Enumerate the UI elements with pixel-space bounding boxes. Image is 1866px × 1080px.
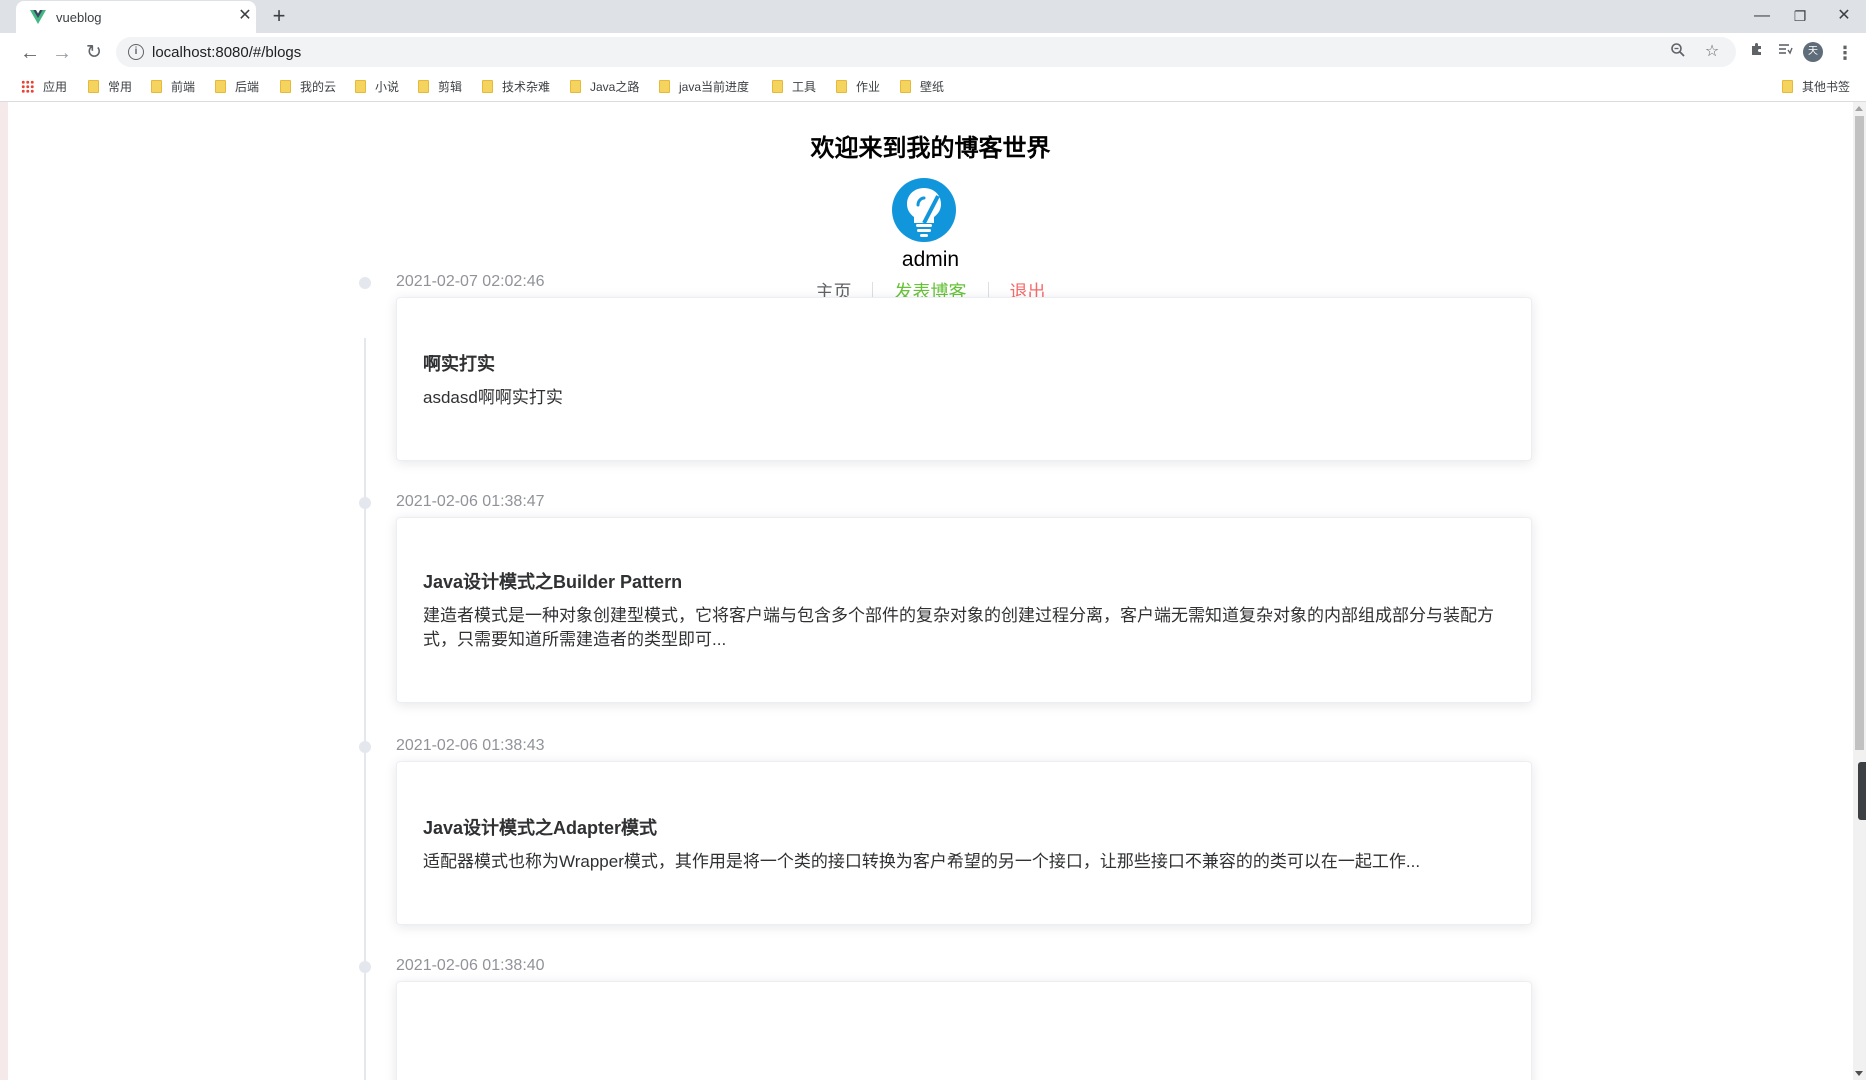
blog-timestamp: 2021-02-06 01:38:47 (396, 493, 545, 510)
minimize-button[interactable]: — (1744, 4, 1780, 28)
scroll-up-arrow-icon[interactable] (1855, 106, 1863, 111)
menu-icon[interactable]: ⋮ (1833, 41, 1857, 65)
bookmark-folder[interactable]: 常用 (88, 78, 132, 96)
folder-icon (151, 80, 162, 93)
folder-icon (280, 80, 291, 93)
blog-card[interactable]: 啊实打实 asdasd啊啊实打实 (396, 297, 1532, 461)
blog-title-link[interactable]: Java设计模式之Adapter模式 (423, 814, 657, 840)
bookmark-folder[interactable]: 前端 (151, 78, 195, 96)
url-text[interactable]: localhost:8080/#/blogs (152, 44, 301, 61)
folder-icon (570, 80, 581, 93)
folder-icon (659, 80, 670, 93)
side-dock-widget[interactable] (1858, 762, 1866, 820)
tab-strip: vueblog ✕ + — ❐ ✕ (0, 0, 1866, 33)
zoom-icon[interactable] (1668, 42, 1688, 62)
page-scrollbar[interactable] (1853, 102, 1866, 1080)
blog-title-link[interactable]: Java设计模式之Builder Pattern (423, 568, 682, 594)
folder-icon (355, 80, 366, 93)
blog-timestamp: 2021-02-07 02:02:46 (396, 273, 545, 290)
folder-icon (772, 80, 783, 93)
timeline-dot (359, 277, 371, 289)
username: admin (901, 248, 960, 271)
star-icon[interactable]: ☆ (1702, 42, 1722, 62)
folder-icon (900, 80, 911, 93)
restore-button[interactable]: ❐ (1782, 4, 1818, 28)
blog-description: asdasd啊啊实打实 (423, 388, 563, 407)
vue-logo-icon (30, 10, 46, 24)
page-viewport: 欢迎来到我的博客世界 admin 主页 发表博客 退出 2021-02-07 0… (8, 102, 1853, 1080)
blog-description: 建造者模式是一种对象创建型模式，它将客户端与包含多个部件的复杂对象的创建过程分离… (423, 606, 1494, 649)
page-title: 欢迎来到我的博客世界 (810, 135, 1051, 162)
blog-title-link[interactable]: 啊实打实 (423, 350, 495, 376)
bookmark-folder[interactable]: 工具 (772, 78, 816, 96)
address-bar[interactable]: i localhost:8080/#/blogs ☆ (116, 37, 1736, 67)
blog-card[interactable]: Java设计模式之Adapter模式 适配器模式也称为Wrapper模式，其作用… (396, 761, 1532, 925)
folder-icon (482, 80, 493, 93)
timeline-dot (359, 497, 371, 509)
bookmark-folder[interactable]: 技术杂难 (482, 78, 550, 96)
site-info-icon[interactable]: i (128, 44, 144, 60)
browser-toolbar: ← → ↻ i localhost:8080/#/blogs ☆ 天 ⋮ (0, 33, 1866, 72)
new-tab-button[interactable]: + (268, 5, 290, 27)
timeline-dot (359, 961, 371, 973)
extensions-icon[interactable] (1745, 41, 1769, 65)
bookmark-apps[interactable]: 应用 (21, 78, 67, 96)
bookmark-folder[interactable]: 后端 (215, 78, 259, 96)
bookmark-folder[interactable]: Java之路 (570, 78, 639, 96)
folder-icon (88, 80, 99, 93)
scroll-down-arrow-icon[interactable] (1855, 1071, 1863, 1076)
reload-icon[interactable]: ↻ (82, 41, 106, 65)
folder-icon (215, 80, 226, 93)
close-window-button[interactable]: ✕ (1826, 4, 1862, 28)
timeline-dot (359, 741, 371, 753)
bookmarks-bar: 应用 常用 前端 后端 我的云 小说 剪辑 技术杂难 Java之路 java当前… (0, 72, 1866, 102)
bookmark-other[interactable]: 其他书签 (1782, 78, 1850, 96)
avatar[interactable] (892, 178, 956, 242)
blog-card[interactable]: Java设计模式之Builder Pattern 建造者模式是一种对象创建型模式… (396, 517, 1532, 703)
back-icon[interactable]: ← (18, 41, 42, 65)
bookmark-folder[interactable]: 小说 (355, 78, 399, 96)
scrollbar-thumb[interactable] (1855, 116, 1864, 750)
bookmark-folder[interactable]: java当前进度 (659, 78, 749, 96)
folder-icon (418, 80, 429, 93)
blog-timestamp: 2021-02-06 01:38:43 (396, 737, 545, 754)
folder-icon (836, 80, 847, 93)
bookmark-folder[interactable]: 剪辑 (418, 78, 462, 96)
profile-avatar[interactable]: 天 (1803, 42, 1823, 62)
blog-card[interactable] (396, 981, 1532, 1080)
bookmark-folder[interactable]: 我的云 (280, 78, 336, 96)
bookmark-folder[interactable]: 壁纸 (900, 78, 944, 96)
tab-title: vueblog (56, 10, 102, 25)
apps-grid-icon (21, 80, 34, 93)
blog-timestamp: 2021-02-06 01:38:40 (396, 957, 545, 974)
folder-icon (1782, 80, 1793, 93)
window-edge (0, 102, 8, 1080)
bookmark-folder[interactable]: 作业 (836, 78, 880, 96)
browser-tab[interactable]: vueblog ✕ (16, 1, 256, 33)
blog-description: 适配器模式也称为Wrapper模式，其作用是将一个类的接口转换为客户希望的另一个… (423, 852, 1421, 871)
forward-icon[interactable]: → (50, 41, 74, 65)
reading-list-icon[interactable] (1773, 41, 1797, 65)
tab-close-icon[interactable]: ✕ (236, 7, 254, 25)
